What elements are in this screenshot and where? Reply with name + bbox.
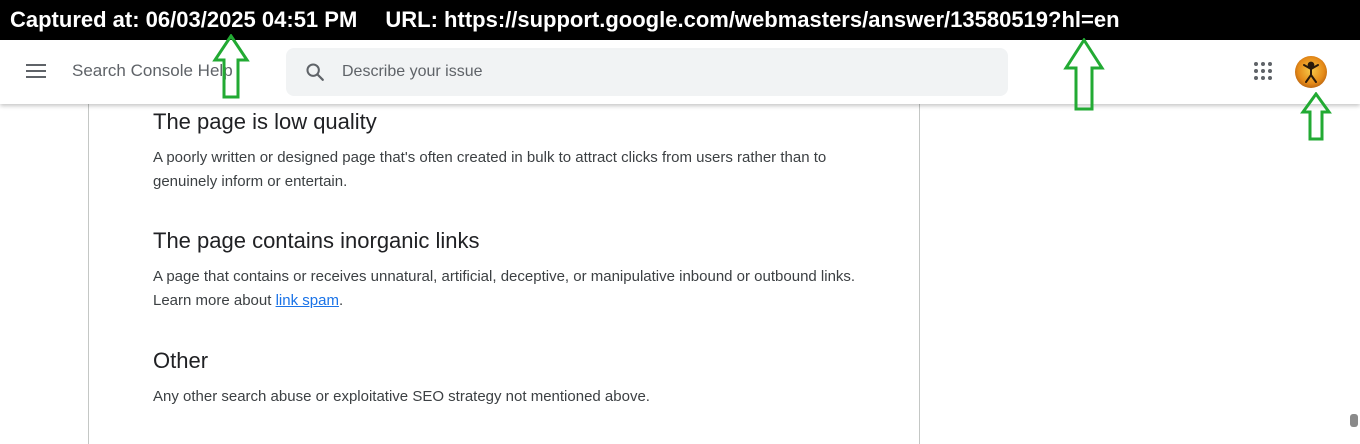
search-icon[interactable] bbox=[304, 61, 326, 83]
captured-timestamp: Captured at: 06/03/2025 04:51 PM bbox=[10, 7, 358, 32]
search-box[interactable] bbox=[286, 48, 1008, 96]
captured-url: URL: https://support.google.com/webmaste… bbox=[385, 7, 1120, 32]
section-text: A poorly written or designed page that's… bbox=[153, 149, 827, 190]
link-spam-link[interactable]: link spam bbox=[276, 292, 339, 309]
section-heading: The page is low quality bbox=[153, 109, 377, 134]
avatar-figure-icon bbox=[1303, 61, 1319, 83]
hamburger-menu-icon-line bbox=[26, 70, 46, 72]
annotation-arrow-up-icon bbox=[1300, 92, 1332, 141]
scrollbar-thumb[interactable] bbox=[1348, 414, 1360, 427]
google-apps-grid-icon[interactable] bbox=[1252, 60, 1274, 82]
section-low-quality: The page is low quality A poorly written… bbox=[153, 108, 873, 194]
help-center-title[interactable]: Search Console Help bbox=[72, 61, 233, 81]
search-input[interactable] bbox=[342, 48, 982, 96]
capture-info-bar: Captured at: 06/03/2025 04:51 PM URL: ht… bbox=[0, 0, 1360, 40]
section-text-after-link: . bbox=[338, 292, 344, 309]
article-content: The page is low quality A poorly written… bbox=[88, 104, 920, 444]
app-header: Search Console Help bbox=[0, 40, 1360, 104]
main-menu-button[interactable] bbox=[22, 60, 50, 84]
hamburger-menu-icon-line bbox=[26, 76, 46, 78]
annotation-arrow-up-icon bbox=[212, 34, 250, 99]
section-heading: Other bbox=[153, 348, 209, 373]
user-avatar[interactable] bbox=[1295, 56, 1327, 88]
section-text-before-link: A page that contains or receives unnatur… bbox=[153, 268, 856, 309]
hamburger-menu-icon bbox=[26, 64, 46, 66]
section-inorganic-links: The page contains inorganic links A page… bbox=[153, 227, 873, 313]
section-text: Any other search abuse or exploitative S… bbox=[153, 388, 650, 405]
section-other: Other Any other search abuse or exploita… bbox=[153, 347, 873, 409]
section-heading: The page contains inorganic links bbox=[153, 228, 480, 253]
annotation-arrow-up-icon bbox=[1063, 38, 1105, 111]
section-text: A page that contains or receives unnatur… bbox=[153, 265, 873, 313]
